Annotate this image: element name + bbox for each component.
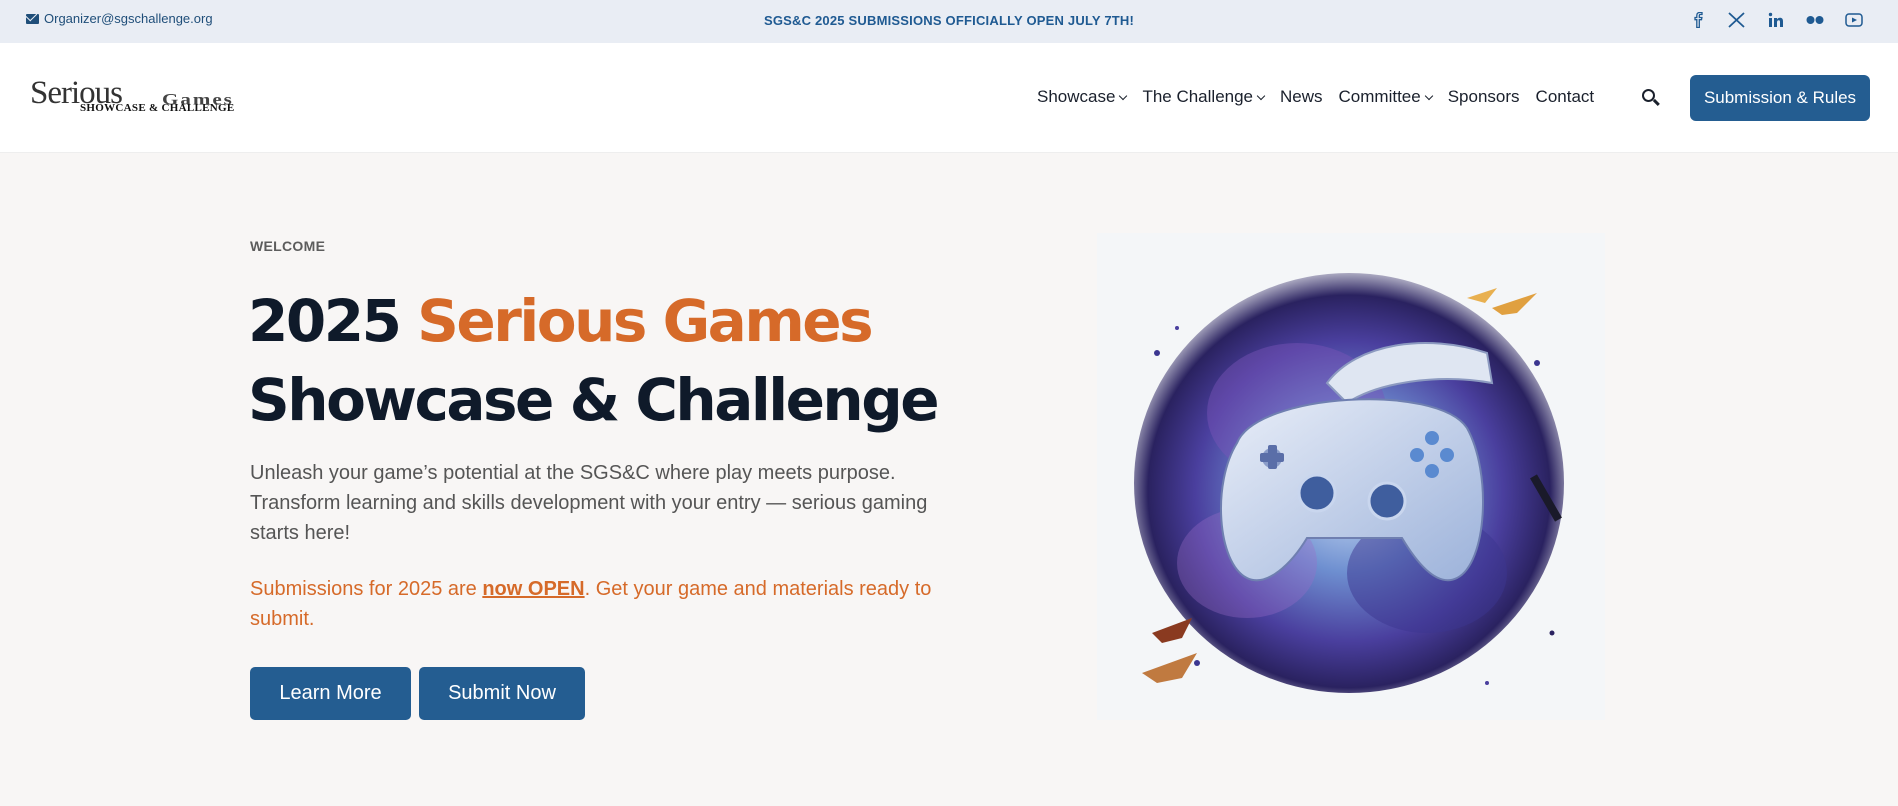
- hero-title-part2: Showcase & Challenge: [248, 366, 940, 434]
- search-icon[interactable]: [1641, 88, 1661, 108]
- now-open-link[interactable]: now OPEN: [482, 578, 584, 600]
- x-icon[interactable]: [1727, 10, 1747, 30]
- chevron-down-icon: [1119, 91, 1128, 100]
- nav-item-news[interactable]: News: [1280, 87, 1323, 107]
- linkedin-icon[interactable]: [1766, 10, 1786, 30]
- hero-description: Unleash your game’s potential at the SGS…: [250, 462, 928, 544]
- submission-rules-button[interactable]: Submission & Rules: [1690, 75, 1870, 121]
- youtube-icon[interactable]: [1844, 10, 1864, 30]
- submit-now-button[interactable]: Submit Now: [419, 667, 585, 720]
- flickr-icon[interactable]: [1805, 10, 1825, 30]
- facebook-icon[interactable]: [1688, 10, 1708, 30]
- site-logo[interactable]: Serious Games SHOWCASE & CHALLENGE: [30, 75, 280, 120]
- submission-notice: Submissions for 2025 are now OPEN. Get y…: [250, 574, 970, 634]
- hero-title-part1: 2025: [248, 287, 418, 355]
- site-header: Serious Games SHOWCASE & CHALLENGE Showc…: [0, 43, 1898, 153]
- nav-item-sponsors[interactable]: Sponsors: [1448, 87, 1520, 107]
- nav-label: Committee: [1338, 87, 1421, 106]
- learn-more-button[interactable]: Learn More: [250, 667, 411, 720]
- nav-label: Sponsors: [1447, 87, 1520, 106]
- chevron-down-icon: [1256, 91, 1266, 100]
- hero-illustration: [1097, 233, 1605, 720]
- chevron-down-icon: [1424, 91, 1433, 100]
- nav-label: The Challenge: [1142, 87, 1254, 106]
- notice-prefix: Submissions for 2025 are: [250, 578, 483, 600]
- hero-eyebrow: WELCOME: [250, 238, 326, 254]
- top-bar: Organizer@sgschallenge.org SGS&C 2025 SU…: [0, 0, 1898, 43]
- logo-line-3: SHOWCASE & CHALLENGE: [80, 102, 235, 114]
- nav-item-showcase[interactable]: Showcase: [1037, 87, 1128, 107]
- hero-title-accent: Serious Games: [417, 287, 874, 355]
- main-nav: Showcase The Challenge News Committee Sp…: [1037, 87, 1594, 107]
- nav-label: News: [1280, 87, 1323, 106]
- nav-label: Showcase: [1037, 87, 1116, 106]
- nav-label: Contact: [1535, 87, 1595, 106]
- nav-item-committee[interactable]: Committee: [1338, 87, 1433, 107]
- social-links: [1688, 10, 1864, 30]
- controller-illustration: [1134, 273, 1564, 693]
- hero-title: 2025 Serious Games Showcase & Challenge: [248, 282, 940, 440]
- announcement-text: SGS&C 2025 SUBMISSIONS OFFICIALLY OPEN J…: [763, 13, 1135, 28]
- nav-item-contact[interactable]: Contact: [1536, 87, 1595, 107]
- nav-item-the-challenge[interactable]: The Challenge: [1142, 87, 1266, 107]
